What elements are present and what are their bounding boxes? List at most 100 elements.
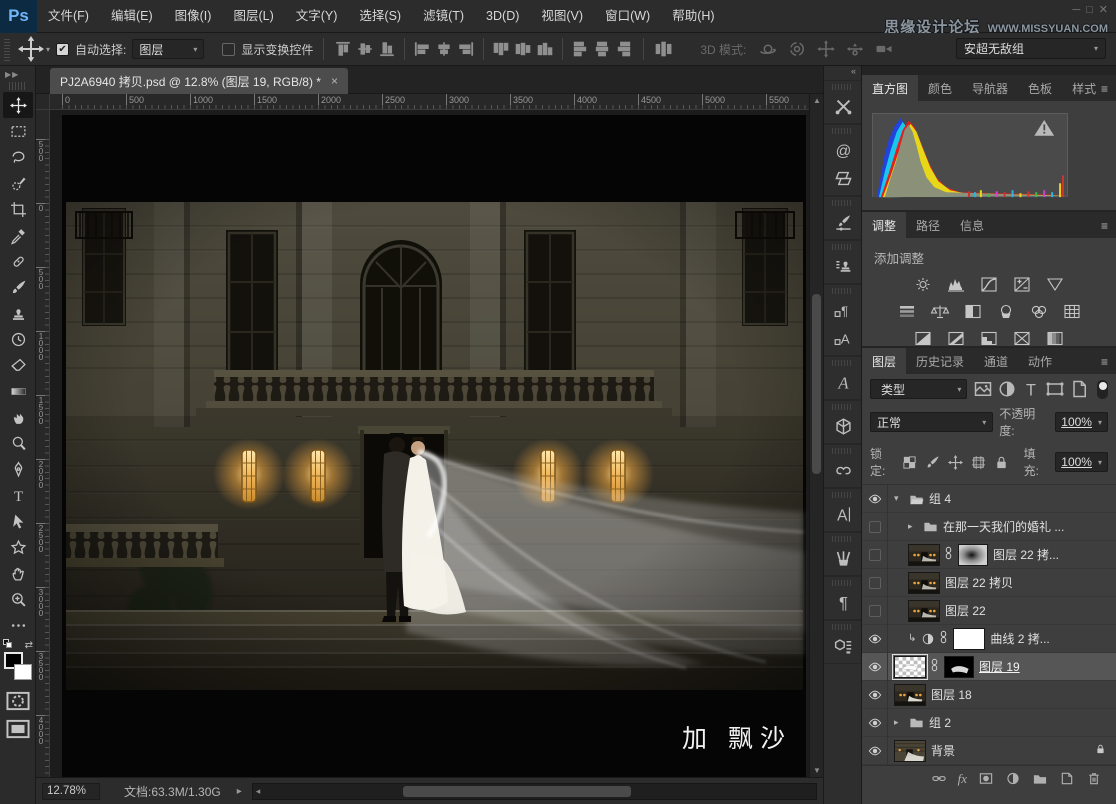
exposure-adjustment-icon[interactable] (1010, 276, 1034, 293)
clone-stamp-tool[interactable] (3, 300, 33, 326)
layer-row-图层 19[interactable]: 图层 19 (862, 653, 1116, 681)
layer-name[interactable]: 图层 22 拷... (993, 546, 1059, 563)
scroll-down-icon[interactable]: ▼ (810, 766, 824, 775)
slide-3d-camera-icon[interactable] (845, 39, 865, 59)
canvas-viewport[interactable]: 加 飘沙 (50, 110, 809, 777)
layer-thumbnail[interactable] (908, 600, 940, 622)
align-horizontal-centers-icon[interactable] (435, 39, 453, 59)
horizontal-scroll-thumb[interactable] (403, 786, 631, 797)
maximize-button[interactable]: □ (1086, 4, 1093, 16)
align-bottom-edges-icon[interactable] (378, 39, 396, 59)
workspace-switcher[interactable]: 安超无敌组▾ (956, 38, 1106, 59)
threed-panel-icon[interactable] (824, 412, 863, 440)
panel-menu-icon[interactable]: ≡ (1101, 355, 1108, 369)
tab-layers-通道[interactable]: 通道 (974, 348, 1018, 374)
dodge-tool[interactable] (3, 430, 33, 456)
smart-object-filter-icon[interactable] (1069, 380, 1089, 398)
layer-comps-panel-icon[interactable] (824, 164, 863, 192)
visibility-empty-box[interactable] (862, 513, 888, 541)
pixel-layer-filter-icon[interactable] (973, 380, 993, 398)
threshold-adjustment-icon[interactable] (977, 330, 1001, 347)
color-balance-adjustment-icon[interactable] (928, 303, 952, 320)
custom-shape-tool[interactable] (3, 534, 33, 560)
brush-tool[interactable] (3, 274, 33, 300)
quick-mask-button[interactable] (5, 690, 31, 712)
lasso-tool[interactable] (3, 144, 33, 170)
eraser-tool[interactable] (3, 352, 33, 378)
layer-name[interactable]: 图层 18 (931, 686, 972, 703)
dock-grip[interactable] (832, 84, 853, 90)
layer-row-图层 22 拷...[interactable]: 图层 22 拷... (862, 541, 1116, 569)
layer-row-在那一天我们的婚礼 ...[interactable]: ▸在那一天我们的婚礼 ... (862, 513, 1116, 541)
roll-3d-camera-icon[interactable] (787, 39, 807, 59)
layer-thumbnail[interactable] (894, 656, 926, 678)
default-colors-icon[interactable] (3, 639, 12, 647)
menu-item-0[interactable]: 文件(F) (37, 0, 100, 33)
layer-name[interactable]: 曲线 2 拷... (990, 630, 1049, 647)
layer-name[interactable]: 图层 19 (979, 658, 1020, 675)
orbit-3d-camera-icon[interactable] (758, 39, 778, 59)
new-layer-button[interactable] (1059, 771, 1075, 786)
align-right-edges-icon[interactable] (457, 39, 475, 59)
layer-filter-toggle[interactable] (1097, 380, 1108, 399)
visibility-eye-icon[interactable] (862, 485, 888, 513)
pen-tool[interactable] (3, 456, 33, 482)
libraries-panel-icon[interactable] (824, 456, 863, 484)
character-styles-panel-icon[interactable]: A (824, 324, 863, 352)
menu-item-7[interactable]: 3D(D) (475, 0, 530, 33)
panel-menu-icon[interactable]: ≡ (1101, 219, 1108, 233)
dock-grip[interactable] (832, 200, 853, 206)
distribute-bottom-edges-icon[interactable] (536, 39, 554, 59)
expander-icon[interactable]: ▸ (894, 717, 904, 728)
adjustment-mask-thumbnail[interactable] (953, 628, 985, 650)
tab-adjustments-信息[interactable]: 信息 (950, 212, 994, 238)
crop-tool[interactable] (3, 196, 33, 222)
distribute-spacing-icon[interactable] (654, 39, 672, 59)
paragraph-panel-icon[interactable]: ¶ (824, 588, 863, 616)
new-group-button[interactable] (1032, 771, 1048, 786)
layer-name[interactable]: 组 2 (929, 714, 951, 731)
document-tab[interactable]: PJ2A6940 拷贝.psd @ 12.8% (图层 19, RGB/8) *… (50, 68, 348, 94)
dock-grip[interactable] (832, 360, 853, 366)
zoom-3d-camera-icon[interactable] (874, 39, 894, 59)
menu-item-9[interactable]: 窗口(W) (594, 0, 661, 33)
link-layers-button[interactable] (931, 771, 947, 786)
expander-icon[interactable]: ▾ (894, 493, 904, 504)
layer-row-组 4[interactable]: ▾组 4 (862, 485, 1116, 513)
dock-grip[interactable] (832, 288, 853, 294)
curves-adjustment-icon[interactable] (977, 276, 1001, 293)
tab-layers-动作[interactable]: 动作 (1018, 348, 1062, 374)
glyphs-panel-icon[interactable]: A (824, 500, 863, 528)
tab-layers-历史记录[interactable]: 历史记录 (906, 348, 974, 374)
tab-adjustments-路径[interactable]: 路径 (906, 212, 950, 238)
layer-thumbnail[interactable] (894, 684, 926, 706)
visibility-empty-box[interactable] (862, 541, 888, 569)
shape-layer-filter-icon[interactable] (1045, 380, 1065, 398)
lock-image-pixels-icon[interactable] (925, 455, 940, 470)
channel-mixer-adjustment-icon[interactable] (1027, 303, 1051, 320)
layer-thumbnail[interactable] (908, 544, 940, 566)
zoom-tool[interactable] (3, 586, 33, 612)
horizontal-ruler[interactable]: 0500100015002000250030003500400045005000… (50, 94, 809, 110)
layer-row-组 2[interactable]: ▸ 组 2 (862, 709, 1116, 737)
posterize-adjustment-icon[interactable] (944, 330, 968, 347)
selective-color-adjustment-icon[interactable] (1010, 330, 1034, 347)
dock-grip[interactable] (832, 624, 853, 630)
ruler-origin-corner[interactable] (36, 94, 50, 110)
rectangular-marquee-tool[interactable] (3, 118, 33, 144)
layer-mask-thumbnail[interactable] (958, 544, 988, 566)
mask-link-icon[interactable] (931, 658, 939, 675)
layer-row-背景[interactable]: 背景 (862, 737, 1116, 765)
layer-filter-type-dropdown[interactable]: 类型 ▾ (870, 379, 967, 399)
layer-row-图层 22[interactable]: 图层 22 (862, 597, 1116, 625)
menu-item-2[interactable]: 图像(I) (164, 0, 223, 33)
align-left-edges-icon[interactable] (413, 39, 431, 59)
layer-thumbnail[interactable] (908, 572, 940, 594)
menu-item-6[interactable]: 滤镜(T) (412, 0, 475, 33)
opacity-field[interactable]: 100%▾ (1055, 412, 1108, 432)
brush-settings-panel-icon[interactable] (824, 208, 863, 236)
black-white-adjustment-icon[interactable] (961, 303, 985, 320)
smudge-tool[interactable] (3, 404, 33, 430)
panel-menu-icon[interactable]: ≡ (1101, 82, 1108, 96)
layer-styles-fx-button[interactable]: fx (958, 771, 967, 787)
